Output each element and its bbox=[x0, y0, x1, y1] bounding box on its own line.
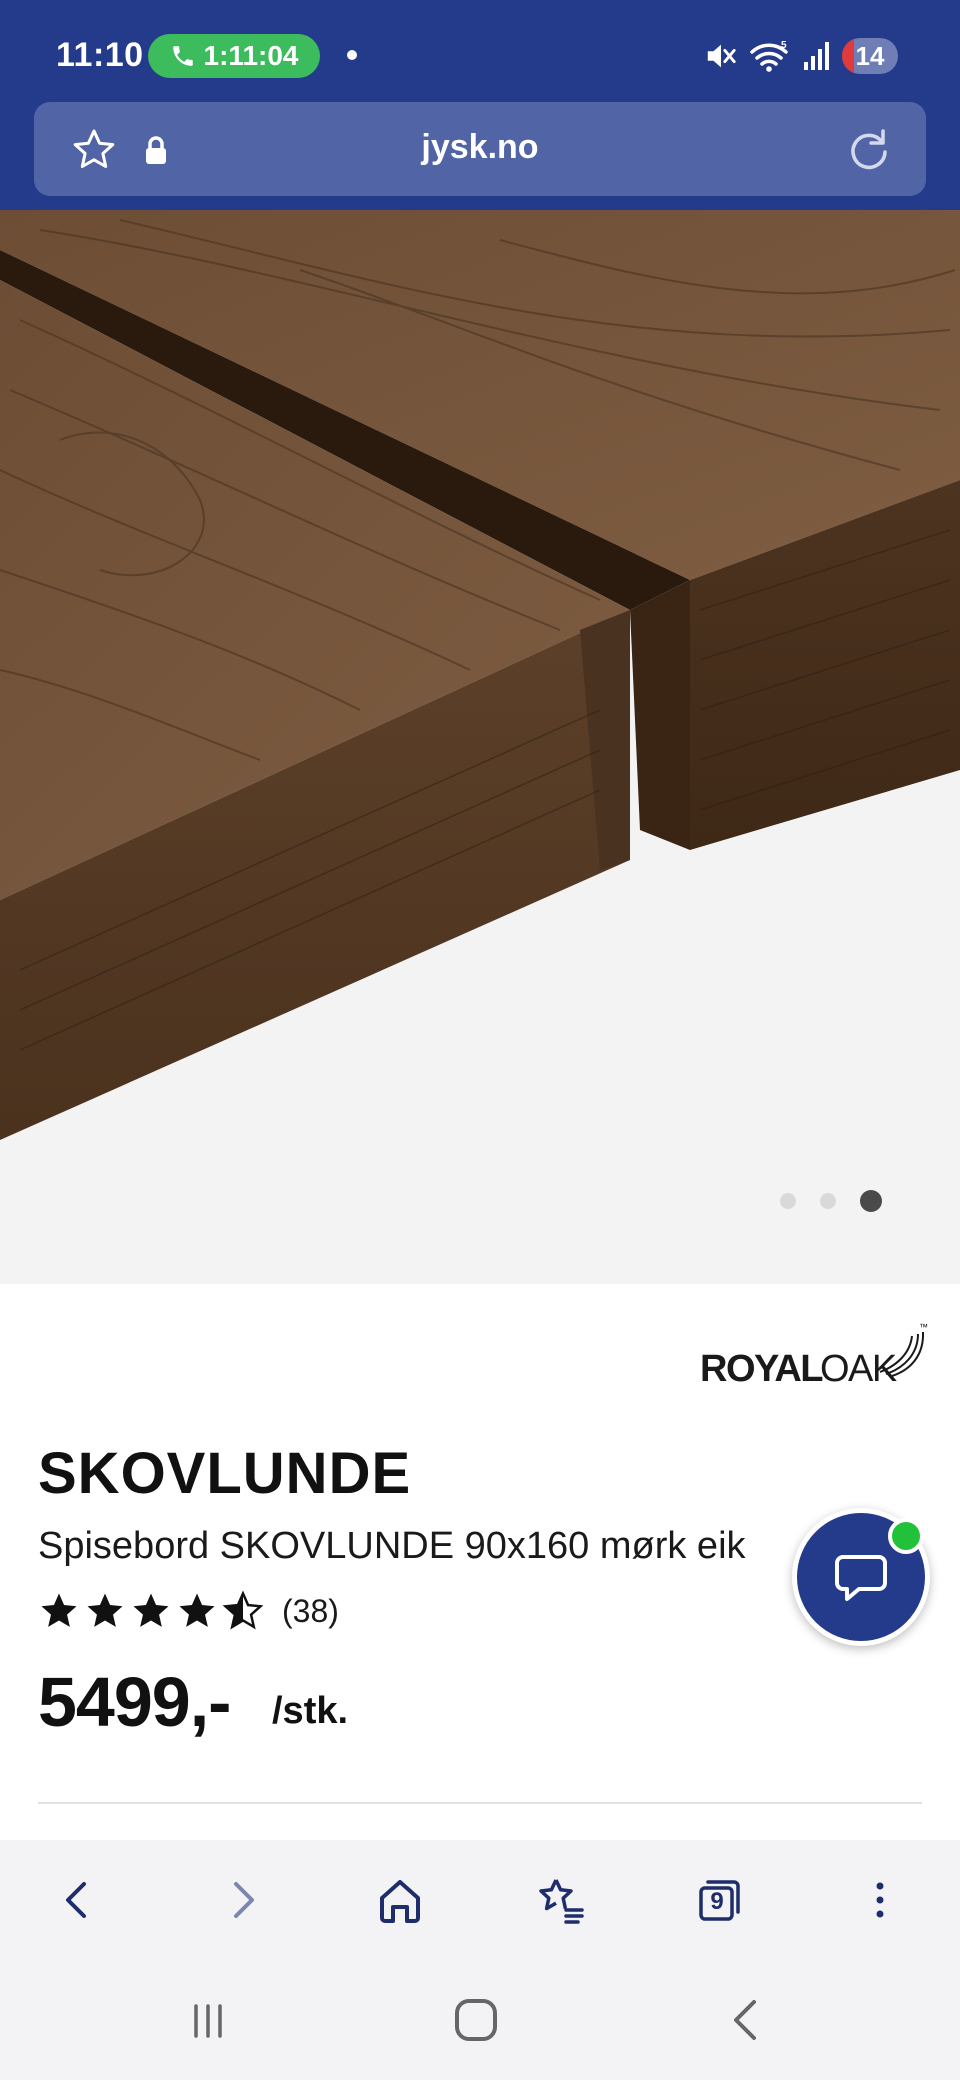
mute-icon bbox=[707, 44, 736, 68]
star-full-icon bbox=[179, 1593, 215, 1627]
phone-icon bbox=[172, 46, 193, 66]
browser-top-bar: 11:10 1:11:04 5 14 jysk.no bbox=[0, 0, 960, 210]
gallery-pagination bbox=[780, 1190, 882, 1212]
star-half-icon bbox=[222, 1590, 264, 1630]
chat-bubble-icon bbox=[835, 1555, 887, 1601]
reload-icon[interactable] bbox=[844, 124, 894, 174]
tabs-count: 9 bbox=[710, 1888, 724, 1915]
url-bar[interactable]: jysk.no bbox=[34, 102, 926, 196]
system-navigation-bar bbox=[0, 1960, 960, 2080]
gallery-dot-1[interactable] bbox=[780, 1193, 796, 1209]
tabs-button[interactable]: 9 bbox=[684, 1864, 756, 1936]
back-chevron-icon bbox=[734, 2000, 756, 2040]
svg-text:5: 5 bbox=[781, 40, 787, 51]
status-icons: 5 14 bbox=[704, 36, 898, 76]
star-full-icon bbox=[87, 1593, 123, 1627]
rating-count[interactable]: (38) bbox=[282, 1593, 339, 1630]
system-back-button[interactable] bbox=[712, 1992, 784, 2048]
back-button[interactable] bbox=[42, 1864, 114, 1936]
gallery-dot-2[interactable] bbox=[820, 1193, 836, 1209]
product-price: 5499,- bbox=[38, 1663, 231, 1741]
star-full-icon bbox=[41, 1593, 77, 1627]
battery-level: 14 bbox=[855, 40, 885, 71]
product-description: Spisebord SKOVLUNDE 90x160 mørk eik bbox=[38, 1525, 746, 1567]
status-time: 11:10 bbox=[56, 36, 144, 74]
browser-bottom-nav: 9 bbox=[0, 1840, 960, 1960]
status-bar: 11:10 1:11:04 5 14 bbox=[0, 0, 960, 100]
brand-swoosh-icon bbox=[879, 1331, 925, 1377]
recent-apps-icon bbox=[194, 2004, 222, 2038]
home-button[interactable] bbox=[364, 1864, 436, 1936]
brand-logo-tm: ™ bbox=[919, 1322, 928, 1332]
star-full-icon bbox=[133, 1593, 169, 1627]
product-image-gallery[interactable] bbox=[0, 210, 960, 1284]
call-timer: 1:11:04 bbox=[203, 40, 299, 71]
bookmarks-star-list-icon bbox=[539, 1879, 584, 1924]
divider bbox=[38, 1802, 922, 1804]
system-home-button[interactable] bbox=[440, 1992, 512, 2048]
forward-button[interactable] bbox=[206, 1864, 278, 1936]
home-square-icon bbox=[455, 1999, 497, 2041]
more-menu-button[interactable] bbox=[844, 1864, 916, 1936]
ongoing-call-pill[interactable]: 1:11:04 bbox=[148, 34, 320, 78]
chevron-left-icon bbox=[66, 1882, 86, 1918]
price-unit: /stk. bbox=[272, 1690, 349, 1732]
chevron-right-icon bbox=[234, 1882, 254, 1918]
product-rating[interactable]: (38) bbox=[38, 1590, 339, 1632]
home-icon bbox=[380, 1880, 420, 1923]
wifi-icon: 5 bbox=[750, 40, 788, 72]
product-name: SKOVLUNDE bbox=[38, 1441, 412, 1506]
chat-online-indicator bbox=[888, 1518, 924, 1554]
brand-logo-royal-oak[interactable]: ROYAL OAK ™ bbox=[700, 1322, 928, 1390]
notification-dot-icon bbox=[347, 50, 357, 60]
gallery-dot-3-active[interactable] bbox=[860, 1190, 882, 1212]
brand-logo-part1: ROYAL bbox=[700, 1348, 824, 1390]
bookmarks-button[interactable] bbox=[524, 1864, 596, 1936]
battery-indicator: 14 bbox=[842, 38, 898, 74]
product-image bbox=[0, 210, 960, 1140]
recent-apps-button[interactable] bbox=[172, 1992, 244, 2048]
more-vertical-icon bbox=[876, 1882, 884, 1918]
url-text[interactable]: jysk.no bbox=[34, 128, 926, 167]
signal-icon bbox=[804, 42, 829, 70]
